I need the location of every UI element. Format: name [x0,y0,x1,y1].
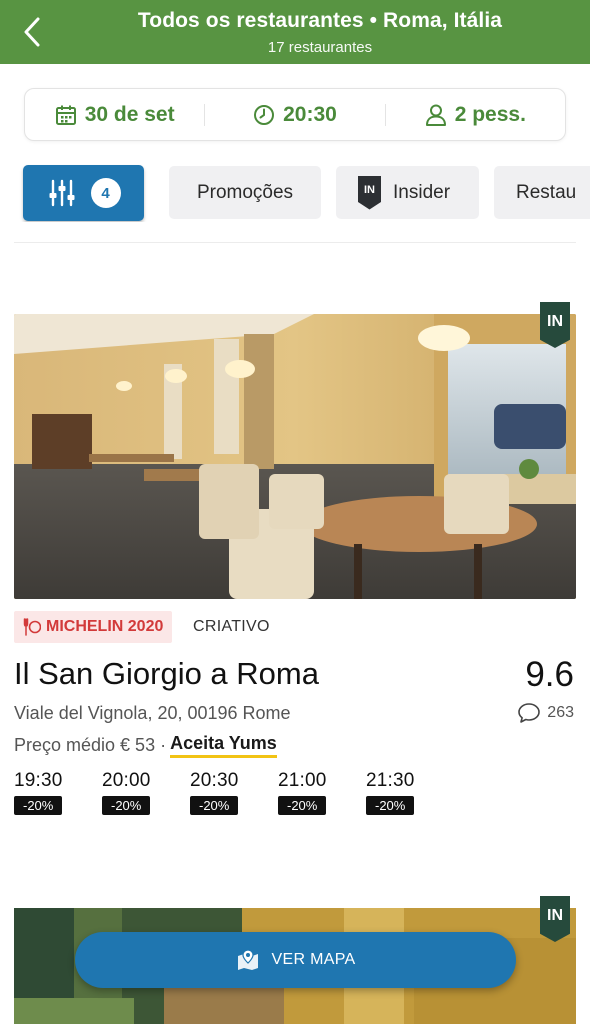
divider [14,242,576,243]
time-slot[interactable]: 20:30 -20% [190,770,278,815]
insider-tag: IN [540,302,570,348]
page-title: Todos os restaurantes • Roma, Itália [137,9,503,32]
discount-badge: -20% [278,796,327,815]
slot-time: 21:30 [366,770,415,791]
average-price: Preço médio € 53 · [14,735,167,755]
restaurant-address: Viale del Vignola, 20, 00196 Rome [14,703,291,723]
michelin-badge: MICHELIN 2020 [14,611,173,643]
party-size-selector[interactable]: 2 pess. [386,89,565,140]
map-pin-icon [237,949,258,970]
reviews-value: 263 [547,704,574,721]
cutlery-icon [23,618,41,636]
date-selector[interactable]: 30 de set [25,89,204,140]
restaurant-name[interactable]: Il San Giorgio a Roma [14,656,319,692]
insider-chip[interactable]: IN Insider [336,166,479,219]
michelin-label: MICHELIN 2020 [46,618,164,635]
top-app-bar: Todos os restaurantes • Roma, Itália 17 … [0,0,590,64]
chip-label: Insider [393,181,451,203]
restaurant-photo[interactable] [14,314,576,599]
slot-time: 20:00 [102,770,151,791]
reviews-count[interactable]: 263 [517,702,574,724]
insider-tag: IN [540,896,570,942]
slot-time: 20:30 [190,770,239,791]
time-selector[interactable]: 20:30 [205,89,384,140]
discount-badge: -20% [190,796,239,815]
chip-label: Restau [516,181,577,203]
time-slot[interactable]: 20:00 -20% [102,770,190,815]
active-filters-count: 4 [90,178,121,208]
reservation-bar: 30 de set 20:30 2 pess. [24,88,566,141]
discount-badge: -20% [102,796,151,815]
restaurants-chip[interactable]: Restau [494,166,590,219]
discount-badge: -20% [14,796,63,815]
restaurant-score: 9.6 [525,655,574,694]
party-size-value: 2 pess. [454,102,526,126]
time-value: 20:30 [283,102,337,126]
results-count: 17 restaurantes [267,39,373,56]
date-value: 30 de set [84,102,175,126]
time-slots: 19:30 -20% 20:00 -20% 20:30 -20% 21:00 -… [14,770,454,815]
time-slot[interactable]: 21:00 -20% [278,770,366,815]
view-map-button[interactable]: VER MAPA [75,932,516,988]
time-slot[interactable]: 19:30 -20% [14,770,102,815]
slot-time: 21:00 [278,770,327,791]
time-slot[interactable]: 21:30 -20% [366,770,454,815]
price-info: Preço médio € 53 · Aceita Yums [14,733,277,758]
promotions-chip[interactable]: Promoções [169,166,321,219]
speech-bubble-icon [518,703,541,723]
restaurant-interior-image [14,314,576,599]
person-icon [425,104,446,126]
back-button[interactable] [14,14,50,50]
insider-icon: IN [358,175,381,210]
filter-bar: 4 Promoções IN Insider Restau [0,164,590,222]
slot-time: 19:30 [14,770,63,791]
clock-icon [254,104,275,125]
filters-button[interactable]: 4 [23,165,144,221]
chevron-left-icon [24,17,40,47]
chip-label: Promoções [196,181,294,203]
calendar-icon [55,105,76,125]
yums-label: Aceita Yums [170,733,277,758]
cuisine-label: CRIATIVO [193,618,270,635]
map-button-label: VER MAPA [271,951,356,968]
discount-badge: -20% [366,796,415,815]
sliders-icon [49,179,74,207]
